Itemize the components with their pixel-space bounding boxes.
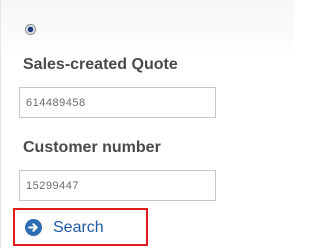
customer-number-field[interactable] <box>19 170 216 201</box>
arrow-right-circle-icon <box>25 219 42 236</box>
customer-number-label: Customer number <box>23 139 161 156</box>
quote-label: Sales-created Quote <box>23 56 178 73</box>
search-button-label: Search <box>53 219 104 236</box>
search-option-radio[interactable] <box>25 24 36 35</box>
search-form-panel: Sales-created Quote Customer number Sear… <box>0 0 294 248</box>
search-button[interactable]: Search <box>13 208 148 246</box>
quote-number-field[interactable] <box>19 87 216 118</box>
